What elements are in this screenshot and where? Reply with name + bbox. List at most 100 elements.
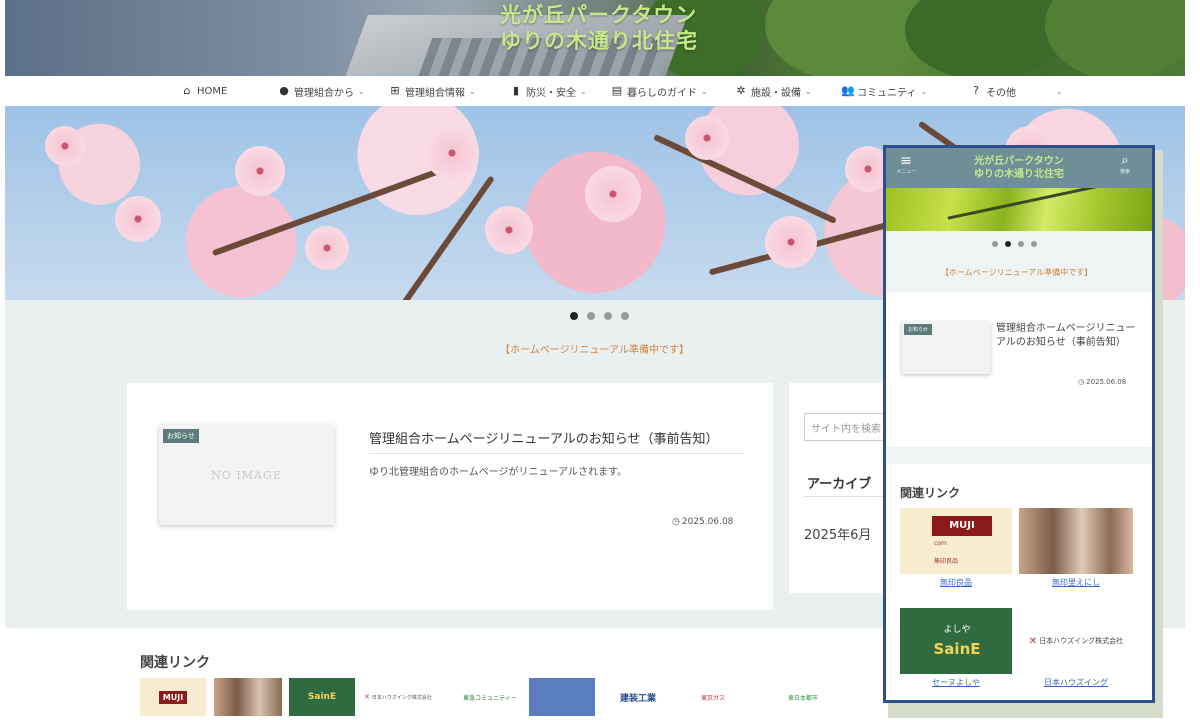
chevron-down-icon: ⌄ (469, 86, 476, 96)
chevron-down-icon: ⌄ (805, 86, 812, 96)
clipboard-icon: ▮ (512, 84, 520, 97)
mobile-link-muji-label[interactable]: 無印良品 (900, 577, 1012, 588)
logo-saine-text: SainE (307, 692, 337, 702)
logo-saine[interactable]: SainE (289, 678, 355, 716)
mobile-muji-sub2: 無印良品 (934, 558, 959, 565)
nav-community[interactable]: 👥 コミュニティ ⌄ (841, 76, 927, 106)
logo-muji-text: MUJI (158, 690, 188, 704)
site-title-line1: 光が丘パークタウン (500, 3, 698, 27)
mobile-slider-dot-2[interactable] (1005, 241, 1011, 247)
mobile-post-title[interactable]: 管理組合ホームページリニューアルのお知らせ（事前告知） (996, 322, 1136, 350)
post-title[interactable]: 管理組合ホームページリニューアルのお知らせ（事前告知） (369, 428, 718, 447)
logo-muji[interactable]: MUJI (140, 678, 206, 716)
nav-label: コミュニティ (857, 87, 917, 99)
mobile-post-card[interactable]: お知らせ 管理組合ホームページリニューアルのお知らせ（事前告知） ◷ 2025.… (886, 292, 1152, 447)
home-icon: ⌂ (183, 84, 191, 97)
post-divider (369, 453, 744, 454)
nav-label: 施設・設備 (751, 87, 801, 99)
related-links-heading: 関連リンク (140, 655, 210, 671)
post-thumbnail[interactable]: お知らせ NO IMAGE (159, 425, 334, 525)
mobile-banner (886, 188, 1152, 231)
mobile-link-saine-label[interactable]: セーヌよしや (900, 677, 1012, 688)
slider-dot-1[interactable] (570, 312, 578, 320)
mobile-related-links-heading: 関連リンク (900, 486, 961, 500)
mobile-title-line1: 光が丘パークタウン (974, 156, 1064, 167)
clock-icon: ◷ (1078, 378, 1085, 386)
post-date-value: 2025.06.08 (681, 517, 734, 527)
nav-home-label: HOME (197, 85, 228, 97)
logo-higashi[interactable]: 東日本都市 (770, 678, 836, 716)
logo-kenso[interactable]: 建装工業 (605, 678, 671, 716)
chevron-down-icon: ⌄ (701, 86, 708, 96)
logo-kenso-text: 建装工業 (619, 693, 656, 704)
nav-label: 暮らしのガイド (627, 87, 697, 99)
chevron-down-icon: ⌄ (358, 86, 365, 96)
post-category-badge: お知らせ (163, 429, 199, 443)
chevron-down-icon: ⌄ (580, 86, 587, 96)
hamburger-icon: ≡ (900, 153, 912, 169)
nav-from-association[interactable]: ● 管理組合から ⌄ (278, 76, 365, 106)
logo-tokyo-gas[interactable]: 東京ガス (680, 678, 746, 716)
archive-item[interactable]: 2025年6月 (804, 524, 871, 543)
x-icon: ✕ (1028, 635, 1038, 647)
mobile-link-nihon-housing-label[interactable]: 日本ハウズイング (1019, 677, 1133, 688)
logo-nihon-housing-text: 日本ハウズイング株式会社 (371, 694, 432, 701)
logo-tokyu-text: 東急コミュニティー (463, 694, 517, 702)
logo-muji-photo[interactable] (214, 678, 282, 716)
users-icon: 👥 (841, 84, 855, 97)
mobile-search-button[interactable]: ⌕ 検索 (1120, 153, 1131, 176)
global-nav: ⌂ HOME ● 管理組合から ⌄ ⊞ 管理組合情報 ⌄ ▮ 防災・安全 ⌄ ▤… (5, 76, 1185, 106)
sitemap-icon: ⊞ (390, 84, 400, 97)
mobile-site-title[interactable]: 光が丘パークタウン ゆりの木通り北住宅 (926, 155, 1112, 181)
mobile-slider-dots (992, 241, 1037, 247)
mobile-slider-dot-3[interactable] (1018, 241, 1024, 247)
mobile-post-date-value: 2025.06.08 (1086, 378, 1127, 386)
logo-blue-banner[interactable] (529, 678, 595, 716)
mobile-slider-dot-4[interactable] (1031, 241, 1037, 247)
chevron-down-icon: ⌄ (1056, 86, 1063, 96)
post-card[interactable]: お知らせ NO IMAGE 管理組合ホームページリニューアルのお知らせ（事前告知… (127, 383, 773, 610)
nav-living-guide[interactable]: ▤ 暮らしのガイド ⌄ (611, 76, 708, 106)
mobile-post-thumbnail[interactable]: お知らせ (902, 322, 990, 374)
x-icon: ✕ (364, 693, 370, 701)
nav-home[interactable]: ⌂ HOME (181, 76, 228, 106)
mobile-saine-logo: SainE (933, 640, 981, 658)
logo-nihon-housing[interactable]: ✕ 日本ハウズイング株式会社 (363, 678, 433, 716)
nav-association-info[interactable]: ⊞ 管理組合情報 ⌄ (389, 76, 476, 106)
search-icon: ⌕ (1121, 153, 1129, 168)
nav-other[interactable]: ? その他 ⌄ (970, 76, 1063, 106)
slider-dots (570, 312, 629, 320)
nav-label: 管理組合情報 (405, 87, 465, 99)
logo-higashi-text: 東日本都市 (787, 694, 818, 702)
mobile-link-photo-label[interactable]: 無印里えにし (1019, 577, 1133, 588)
slider-dot-4[interactable] (621, 312, 629, 320)
logo-tokyu[interactable]: 東急コミュニティー (455, 678, 525, 716)
question-icon: ? (973, 84, 979, 97)
mobile-nihon-housing-logo: 日本ハウズイング株式会社 (1039, 637, 1124, 645)
mobile-saine-top: よしや (943, 625, 971, 635)
slider-dot-2[interactable] (587, 312, 595, 320)
mobile-menu-button[interactable]: ≡ メニュー (896, 154, 916, 175)
nav-disaster-safety[interactable]: ▮ 防災・安全 ⌄ (510, 76, 587, 106)
document-icon: ▤ (611, 84, 623, 97)
nav-facilities[interactable]: ✲ 施設・設備 ⌄ (735, 76, 812, 106)
mobile-renewal-notice[interactable]: 【ホームページリニューアル準備中です】 (941, 267, 1092, 278)
mobile-link-muji[interactable]: MUJI com 無印良品 (900, 508, 1012, 574)
info-icon: ● (279, 84, 289, 97)
mobile-link-photo[interactable] (1019, 508, 1133, 574)
slider-dot-3[interactable] (604, 312, 612, 320)
mobile-header: ≡ メニュー 光が丘パークタウン ゆりの木通り北住宅 ⌕ 検索 (886, 148, 1152, 188)
renewal-notice[interactable]: 【ホームページリニューアル準備中です】 (500, 341, 689, 356)
site-title-line2: ゆりの木通り北住宅 (500, 29, 698, 53)
mobile-related-links: 関連リンク MUJI com 無印良品 無印良品 無印里えにし よしや Sain… (886, 464, 1152, 700)
mobile-muji-sub: com (934, 540, 947, 547)
mobile-menu-label: メニュー (896, 169, 917, 175)
mobile-search-label: 検索 (1120, 169, 1131, 175)
mobile-slider-dot-1[interactable] (992, 241, 998, 247)
mobile-link-nihon-housing[interactable]: ✕ 日本ハウズイング株式会社 (1019, 608, 1133, 674)
mobile-link-saine[interactable]: よしや SainE (900, 608, 1012, 674)
site-title[interactable]: 光が丘パークタウン ゆりの木通り北住宅 (500, 2, 698, 54)
header-photo: 光が丘パークタウン ゆりの木通り北住宅 (5, 0, 1185, 76)
post-date: ◷ 2025.06.08 (672, 517, 733, 527)
chevron-down-icon: ⌄ (920, 86, 928, 96)
